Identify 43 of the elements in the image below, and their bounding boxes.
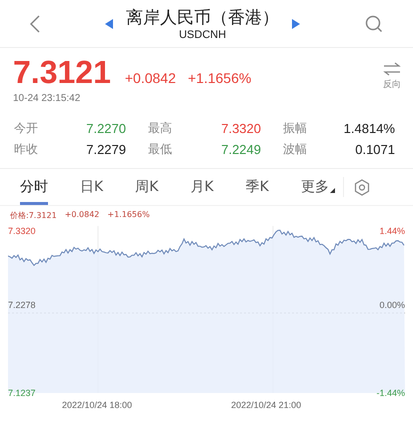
chart-tab[interactable]: 日K xyxy=(80,169,104,205)
stat-label: 昨收 xyxy=(14,141,39,158)
axis-label: 7.1237 xyxy=(8,388,36,398)
previous-icon[interactable] xyxy=(105,18,113,28)
symbol-label: USDCNH xyxy=(178,28,226,40)
page-title: 离岸人民币（香港） xyxy=(126,6,279,28)
swap-icon xyxy=(383,62,401,76)
time-label: 2022/10/24 21:00 xyxy=(231,400,302,410)
caret-icon xyxy=(330,188,335,193)
stat-value: 0.1071 xyxy=(354,141,395,158)
axis-label: -1.44% xyxy=(376,388,405,398)
chart-tab[interactable]: 月K xyxy=(190,169,214,205)
search-icon[interactable] xyxy=(365,14,383,32)
chart-change-info: +0.0842 xyxy=(64,210,100,221)
reverse-button[interactable]: 反向 xyxy=(383,54,401,112)
stat-value: 7.2270 xyxy=(85,120,126,137)
next-icon[interactable] xyxy=(292,18,300,28)
stat-value: 1.4814% xyxy=(342,120,395,137)
chart-price-info: 价格:7.3121 xyxy=(10,210,57,222)
chart-tab[interactable]: 更多 xyxy=(300,169,335,205)
axis-label: 0.00% xyxy=(379,300,405,310)
chart-tab[interactable]: 周K xyxy=(135,169,158,205)
chart-tab[interactable]: 季K xyxy=(246,169,269,205)
back-icon[interactable] xyxy=(30,14,40,32)
stat-value: 7.2249 xyxy=(220,141,261,158)
stat-label: 最低 xyxy=(147,141,173,158)
chart-percent-info: +1.1656% xyxy=(107,210,150,221)
chart-tab[interactable]: 分时 xyxy=(20,169,48,205)
price: 7.3121 xyxy=(13,54,111,91)
percent-change: +1.1656% xyxy=(188,70,252,86)
price-change: +0.0842 xyxy=(124,70,176,86)
settings-icon[interactable] xyxy=(354,178,370,196)
axis-label: 1.44% xyxy=(379,226,405,236)
stat-label: 最高 xyxy=(147,120,173,137)
stat-value: 7.2279 xyxy=(85,141,126,158)
stat-label: 振幅 xyxy=(282,120,308,137)
axis-label: 7.2278 xyxy=(8,300,36,310)
quote-time: 10-24 23:15:42 xyxy=(13,93,82,104)
time-label: 2022/10/24 18:00 xyxy=(62,400,132,410)
stat-value: 7.3320 xyxy=(220,120,261,137)
stat-label: 波幅 xyxy=(282,141,308,158)
stat-label: 今开 xyxy=(14,120,39,137)
axis-label: 7.3320 xyxy=(8,226,36,236)
